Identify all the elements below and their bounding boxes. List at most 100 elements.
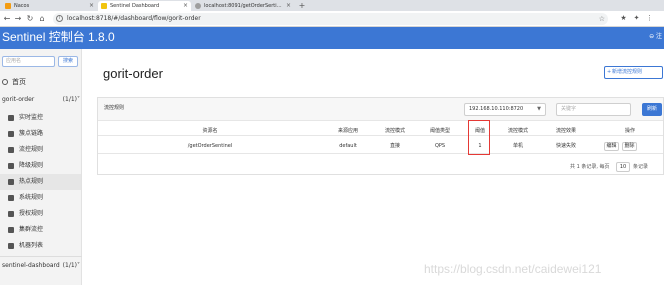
sentinel-favicon-icon	[101, 3, 107, 9]
home-label: 首页	[12, 78, 26, 86]
card-title: 流控规则	[104, 105, 125, 111]
home-icon	[2, 79, 8, 85]
logout-button[interactable]: ⊖ 注	[649, 32, 662, 42]
app-header: Sentinel 控制台 1.8.0 ⊖ 注	[0, 27, 664, 49]
app-count: (1/1)˅	[62, 262, 80, 269]
info-icon[interactable]: i	[56, 15, 63, 22]
menu-label: 机器列表	[19, 242, 44, 249]
menu-label: 集群流控	[19, 226, 44, 233]
list-icon	[8, 131, 14, 137]
keyword-input[interactable]: 关键字	[556, 103, 631, 116]
divider	[0, 256, 82, 257]
app-title: Sentinel 控制台 1.8.0	[2, 30, 115, 44]
back-icon[interactable]: ←	[3, 14, 11, 23]
source-cell: default	[339, 143, 357, 149]
sidebar-item-realtime-monitor[interactable]: 实时监控	[0, 110, 81, 126]
tab-sentinel-dashboard[interactable]: Sentinel Dashboard ×	[98, 1, 191, 11]
add-flow-rule-button[interactable]: + 新增流控规则	[604, 66, 663, 79]
app-group-gorit-order[interactable]: gorit-order (1/1)˅	[2, 95, 80, 105]
home-icon[interactable]: ⌂	[38, 14, 46, 23]
column-header: 流控效果	[555, 128, 576, 134]
tab-label: localhost:8091/getOrderSerti…	[204, 3, 282, 9]
nacos-favicon-icon	[5, 3, 11, 9]
sidebar-item-authority-rules[interactable]: 授权规则	[0, 206, 81, 222]
pager-unit: 条记录	[633, 164, 649, 170]
sidebar-item-system-rules[interactable]: 系统规则	[0, 190, 81, 206]
page-size-input[interactable]: 10	[616, 162, 630, 172]
app-count: (1/1)˅	[62, 96, 80, 103]
filter-icon	[8, 147, 14, 153]
mode-cell: 直接	[389, 143, 400, 149]
close-icon[interactable]: ×	[286, 1, 291, 11]
tab-localhost[interactable]: localhost:8091/getOrderSerti… ×	[192, 1, 294, 11]
app-search-input[interactable]: 应用名	[2, 56, 55, 67]
close-icon[interactable]: ×	[89, 1, 94, 11]
url-field[interactable]: i localhost:8718/#/dashboard/flow/gorit-…	[53, 13, 608, 25]
fire-icon	[8, 179, 14, 185]
cluster-mode-cell: 单机	[512, 143, 523, 149]
threshold-highlight-box	[468, 120, 490, 155]
menu-label: 系统规则	[19, 194, 44, 201]
machine-select[interactable]: 192.168.10.110:8720 ▼	[464, 103, 546, 116]
column-header: 流控模式	[507, 128, 528, 134]
url-text: localhost:8718/#/dashboard/flow/gorit-or…	[67, 15, 201, 22]
sidebar-item-home[interactable]: 首页	[2, 77, 26, 87]
app-name: sentinel-dashboard	[2, 262, 60, 269]
table-row: /getOrderSentinel default 直接 QPS 1 单机 快速…	[98, 139, 663, 154]
globe-icon	[195, 3, 201, 9]
new-tab-button[interactable]: +	[297, 1, 307, 10]
extension-icon[interactable]: ★	[620, 14, 627, 23]
column-header: 操作	[624, 128, 635, 134]
search-button[interactable]: 搜索	[58, 56, 78, 67]
address-bar-row: ← → ↻ ⌂ i localhost:8718/#/dashboard/flo…	[0, 11, 664, 27]
edit-button[interactable]: 编辑	[604, 142, 619, 151]
menu-label: 流控规则	[19, 146, 44, 153]
lock-icon	[8, 195, 14, 201]
reload-icon[interactable]: ↻	[26, 14, 34, 23]
menu-icon[interactable]: ⋮	[646, 14, 653, 23]
star-icon[interactable]: ☆	[599, 13, 605, 25]
tab-label: Nacos	[14, 3, 30, 9]
browser-tab-bar: Nacos × Sentinel Dashboard × localhost:8…	[0, 0, 664, 11]
forward-icon[interactable]: →	[14, 14, 22, 23]
plus-icon: +	[607, 69, 612, 75]
sidebar-item-cluster-flow[interactable]: 集群流控	[0, 222, 81, 238]
column-header: 流控模式	[384, 128, 405, 134]
app-name: gorit-order	[2, 96, 35, 103]
table-header: 资源名 来源应用 流控模式 阈值类型 阈值 流控模式 流控效果 操作	[98, 126, 663, 136]
sidebar-item-cluster-link[interactable]: 簇点链路	[0, 126, 81, 142]
sidebar-item-flow-rules[interactable]: 流控规则	[0, 142, 81, 158]
column-header: 资源名	[202, 128, 218, 134]
menu-label: 降级规则	[19, 162, 44, 169]
resource-cell: /getOrderSentinel	[187, 143, 233, 149]
shield-icon	[8, 211, 14, 217]
puzzle-icon[interactable]: ✦	[633, 14, 640, 23]
sidebar-item-degrade-rules[interactable]: 降级规则	[0, 158, 81, 174]
threshold-type-cell: QPS	[434, 143, 446, 149]
tab-nacos[interactable]: Nacos ×	[2, 1, 97, 11]
menu-label: 簇点链路	[19, 130, 44, 137]
sidebar-item-machine-list[interactable]: 机器列表	[0, 238, 81, 254]
column-header: 阈值类型	[429, 128, 450, 134]
effect-cell: 快速失败	[555, 143, 576, 149]
pager-total: 共 1 条记录, 每页	[570, 164, 610, 170]
bolt-icon	[8, 163, 14, 169]
close-icon[interactable]: ×	[183, 1, 188, 11]
column-header: 来源应用	[337, 128, 358, 134]
refresh-button[interactable]: 刷新	[642, 103, 662, 116]
sidebar-item-hot-rules[interactable]: 热点规则	[0, 174, 81, 190]
app-group-sentinel-dashboard[interactable]: sentinel-dashboard (1/1)˅	[2, 261, 80, 271]
delete-button[interactable]: 删除	[622, 142, 637, 151]
chart-icon	[8, 115, 14, 121]
menu-label: 授权规则	[19, 210, 44, 217]
card-header: 流控规则 192.168.10.110:8720 ▼ 关键字 刷新	[98, 98, 663, 121]
tab-label: Sentinel Dashboard	[110, 3, 160, 9]
sidebar: 应用名 搜索 首页 gorit-order (1/1)˅ 实时监控 簇点链路 流…	[0, 49, 82, 285]
chevron-down-icon: ▼	[537, 106, 541, 112]
machine-value: 192.168.10.110:8720	[469, 106, 524, 112]
watermark: https://blog.csdn.net/caidewei121	[424, 262, 602, 276]
menu-label: 实时监控	[19, 114, 44, 121]
server-icon	[8, 243, 14, 249]
page-title: gorit-order	[103, 66, 163, 81]
cloud-icon	[8, 227, 14, 233]
